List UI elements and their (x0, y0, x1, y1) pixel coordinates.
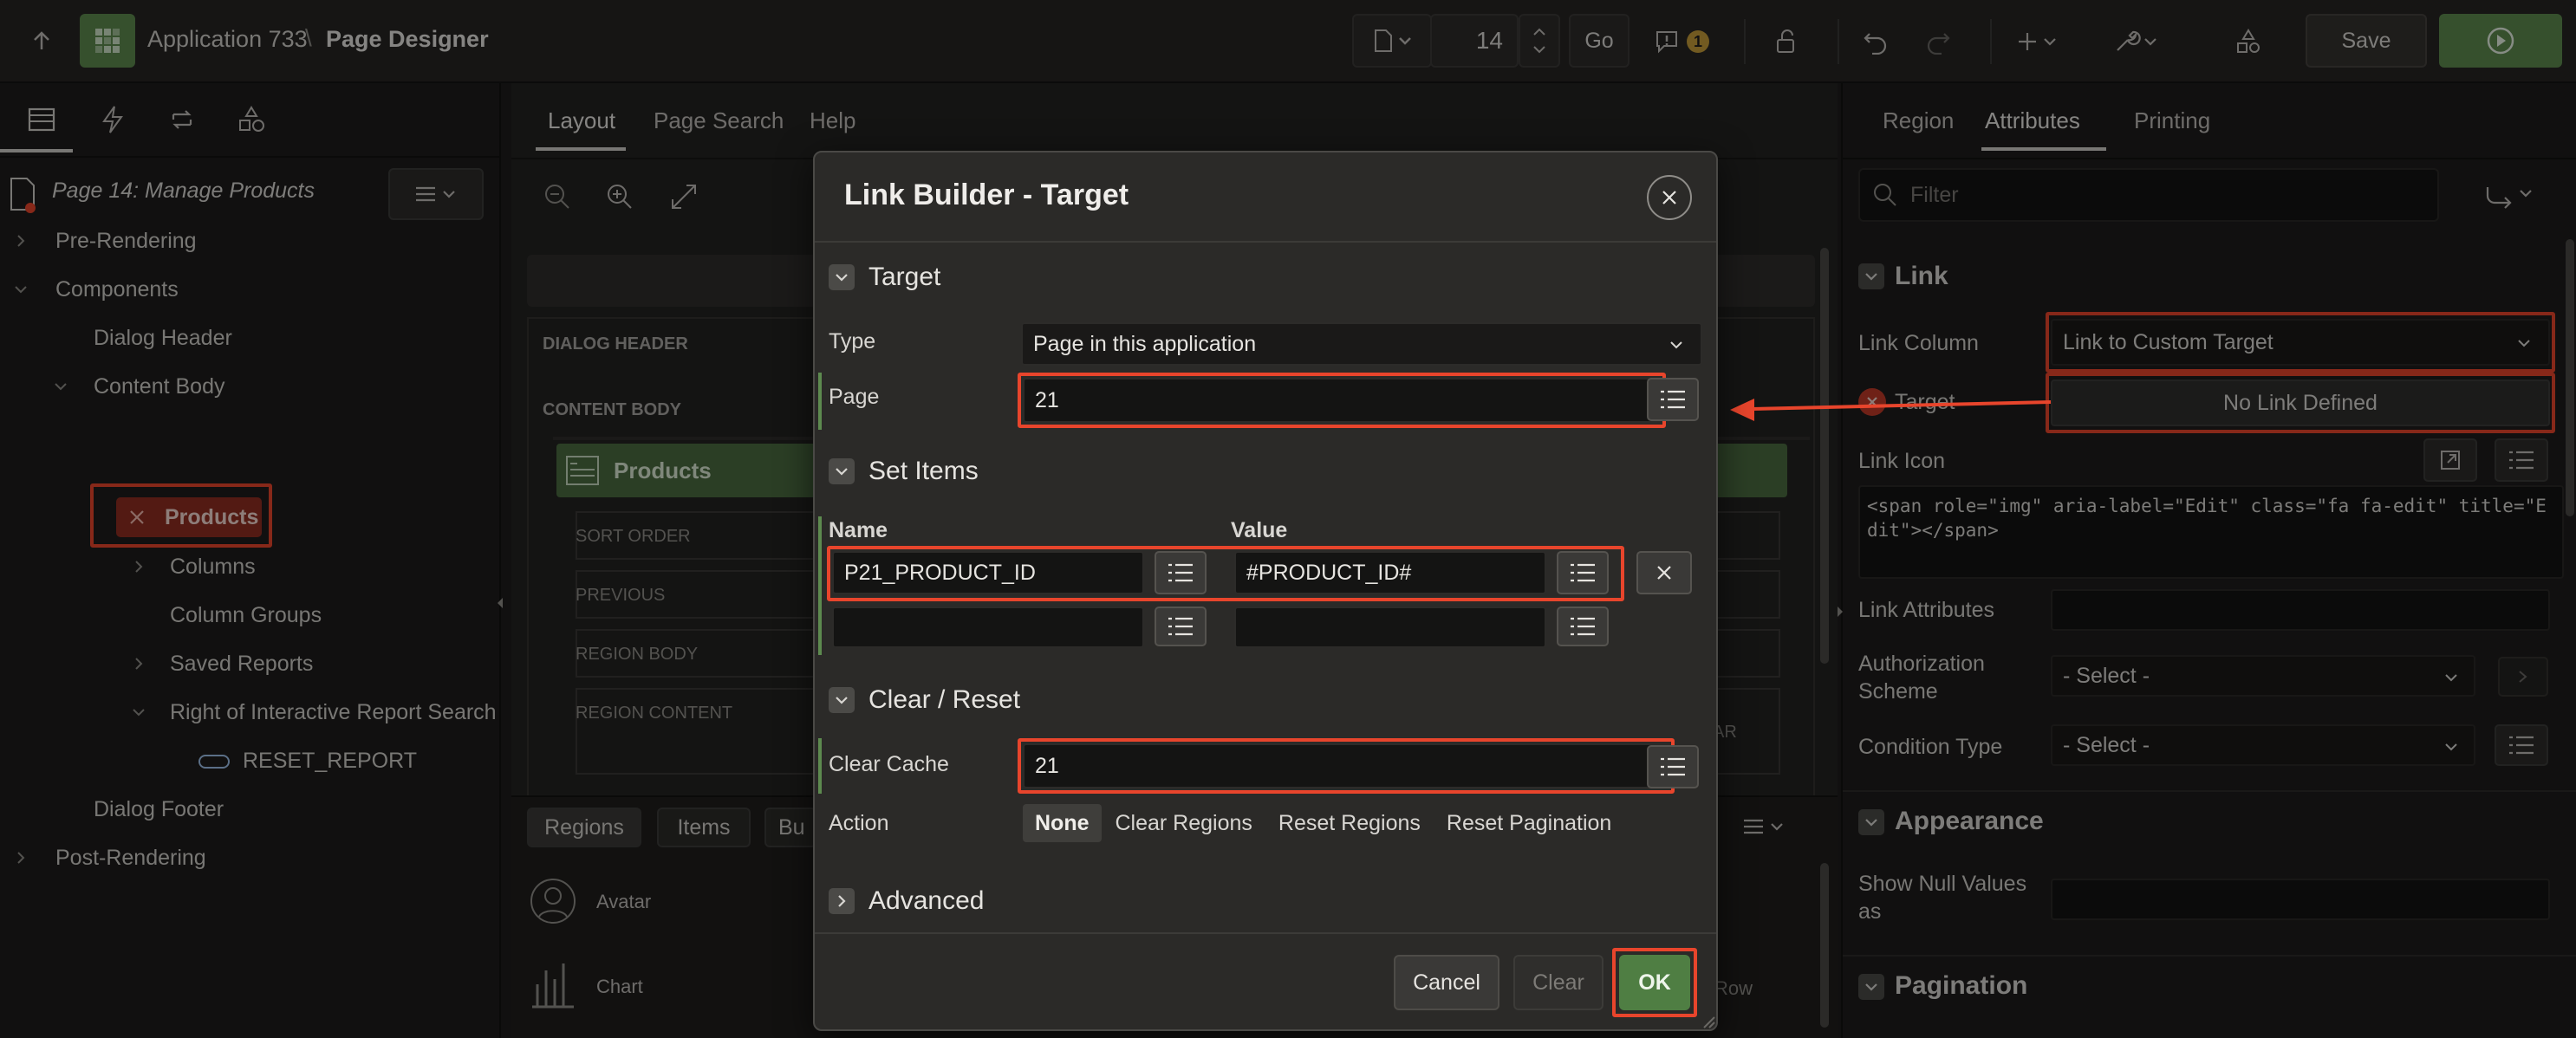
list-icon (1571, 617, 1595, 636)
chevron-down-icon (1670, 341, 1682, 349)
link-builder-dialog: Link Builder - Target Target Type Page i… (813, 151, 1718, 1031)
list-icon (1168, 617, 1193, 636)
action-clear-regions[interactable]: Clear Regions (1103, 804, 1265, 842)
type-label: Type (829, 329, 876, 354)
expand-advanced-icon (829, 888, 855, 914)
page-list-button[interactable] (1647, 378, 1699, 421)
list-icon (1661, 390, 1685, 409)
page-highlight (1018, 373, 1666, 428)
section-advanced[interactable]: Advanced (829, 882, 984, 920)
resize-grip-icon[interactable] (1699, 1012, 1716, 1029)
action-reset-pagination[interactable]: Reset Pagination (1434, 804, 1623, 842)
action-label: Action (829, 811, 889, 835)
collapse-target-icon (829, 264, 855, 290)
ok-highlight (1612, 948, 1697, 1017)
clear-button[interactable]: Clear (1513, 955, 1603, 1010)
section-set-items[interactable]: Set Items (829, 452, 979, 490)
value-column-header: Value (1231, 518, 1288, 542)
item-name-input-2[interactable] (832, 607, 1144, 648)
set-items-highlight (827, 546, 1624, 601)
close-dialog-button[interactable] (1647, 175, 1692, 220)
collapse-set-items-icon (829, 458, 855, 484)
action-none[interactable]: None (1023, 804, 1102, 842)
item-value-list-button-2[interactable] (1557, 607, 1609, 646)
clear-cache-list-button[interactable] (1647, 745, 1699, 788)
item-value-input-2[interactable] (1234, 607, 1546, 648)
annotation-arrow (1730, 399, 2052, 421)
item-name-list-button-2[interactable] (1155, 607, 1207, 646)
name-column-header: Name (829, 518, 888, 542)
dialog-title: Link Builder - Target (844, 178, 1129, 211)
section-clear-reset[interactable]: Clear / Reset (829, 681, 1020, 719)
collapse-clear-reset-icon (829, 687, 855, 713)
section-target[interactable]: Target (829, 258, 940, 296)
type-select[interactable]: Page in this application (1021, 322, 1702, 366)
cancel-button[interactable]: Cancel (1394, 955, 1499, 1010)
clear-cache-highlight (1018, 738, 1675, 794)
close-icon (1657, 566, 1671, 580)
action-radio-group: None Clear Regions Reset Regions Reset P… (1023, 804, 1623, 842)
close-icon (1662, 191, 1676, 204)
page-label: Page (829, 385, 880, 409)
clear-cache-label: Clear Cache (829, 752, 949, 776)
list-icon (1661, 757, 1685, 776)
action-reset-regions[interactable]: Reset Regions (1266, 804, 1433, 842)
remove-item-button[interactable] (1636, 551, 1692, 594)
